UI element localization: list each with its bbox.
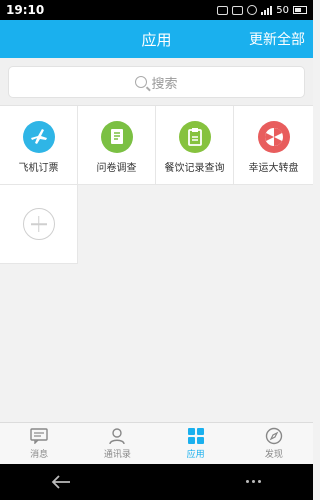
app-tile-survey[interactable]: 问卷调查 [78, 106, 156, 185]
app-tile-lucky-wheel[interactable]: 幸运大转盘 [234, 106, 313, 185]
page-title: 应用 [141, 30, 172, 49]
nav-item-messages[interactable]: 消息 [0, 423, 78, 464]
nav-label: 消息 [30, 450, 49, 460]
back-icon[interactable] [50, 474, 72, 494]
status-time: 19:10 [6, 3, 45, 17]
wheel-icon [257, 121, 290, 153]
image-icon [232, 5, 244, 15]
alarm-icon [247, 5, 258, 15]
contacts-icon [108, 427, 126, 445]
signal-icon [261, 5, 273, 15]
search-bar: 搜索 [0, 58, 313, 106]
search-icon [135, 76, 148, 88]
airplane-icon [22, 121, 55, 153]
message-icon [30, 427, 48, 445]
status-icons: 50 [217, 5, 307, 16]
battery-level: 50 [276, 4, 289, 16]
clipboard-icon [178, 121, 211, 153]
search-input[interactable]: 搜索 [8, 66, 305, 98]
app-tile-label: 飞机订票 [18, 163, 59, 174]
nav-item-discover[interactable]: 发现 [235, 423, 313, 464]
nav-label: 发现 [264, 450, 283, 460]
bottom-nav: 消息 通讯录 应用 发现 [0, 422, 313, 464]
nav-item-contacts[interactable]: 通讯录 [78, 423, 156, 464]
app-tile-label: 餐饮记录查询 [164, 163, 225, 174]
plus-icon [22, 208, 55, 240]
update-all-button[interactable]: 更新全部 [249, 29, 305, 49]
app-tile-label: 问卷调查 [96, 163, 137, 174]
nav-item-apps[interactable]: 应用 [157, 423, 235, 464]
add-app-tile[interactable] [0, 185, 78, 264]
notification-icon [217, 5, 229, 15]
compass-icon [265, 427, 283, 445]
survey-icon [100, 121, 133, 153]
app-bar: 应用 更新全部 [0, 20, 313, 58]
nav-label: 应用 [186, 450, 205, 460]
app-tile-label: 幸运大转盘 [248, 163, 299, 174]
status-bar: 19:10 50 [0, 0, 313, 20]
app-tile-dining[interactable]: 餐饮记录查询 [156, 106, 234, 185]
menu-icon[interactable] [246, 480, 261, 483]
battery-icon [293, 6, 307, 14]
search-placeholder: 搜索 [151, 76, 178, 92]
apps-icon [187, 427, 205, 445]
app-tile-flight[interactable]: 飞机订票 [0, 106, 78, 185]
nav-label: 通讯录 [103, 450, 131, 460]
system-nav-bar [0, 464, 313, 500]
